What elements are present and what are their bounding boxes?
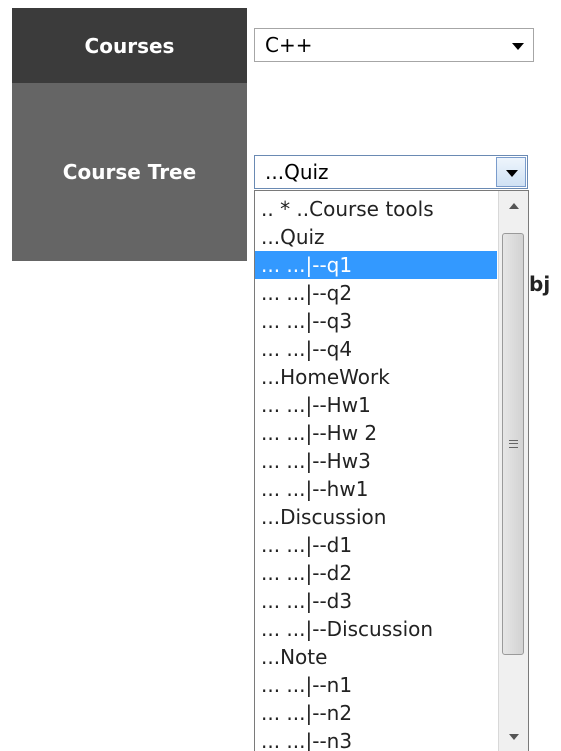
dropdown-option[interactable]: ... ...|--d3 bbox=[255, 587, 497, 615]
dropdown-option[interactable]: ...HomeWork bbox=[255, 363, 497, 391]
courses-label: Courses bbox=[12, 8, 247, 83]
dropdown-option[interactable]: ... ...|--q2 bbox=[255, 279, 497, 307]
scroll-up-icon[interactable] bbox=[499, 191, 528, 221]
dropdown-option[interactable]: ... ...|--Discussion bbox=[255, 615, 497, 643]
dropdown-option[interactable]: ... ...|--q3 bbox=[255, 307, 497, 335]
dropdown-option[interactable]: ... ...|--n2 bbox=[255, 699, 497, 727]
dropdown-option[interactable]: ... ...|--d1 bbox=[255, 531, 497, 559]
course-tree-select-value: ...Quiz bbox=[265, 160, 329, 184]
courses-select-value: C++ bbox=[265, 33, 313, 57]
dropdown-option[interactable]: ... ...|--n1 bbox=[255, 671, 497, 699]
dropdown-list: .. * ..Course tools ...Quiz... ...|--q1..… bbox=[255, 195, 497, 751]
dropdown-option[interactable]: ... ...|--Hw3 bbox=[255, 447, 497, 475]
course-tree-label: Course Tree bbox=[12, 83, 247, 261]
dropdown-option[interactable]: ... ...|--q4 bbox=[255, 335, 497, 363]
dropdown-option[interactable]: ...Quiz bbox=[255, 223, 497, 251]
dropdown-option[interactable]: ... ...|--q1 bbox=[255, 251, 497, 279]
dropdown-option[interactable]: ... ...|--n3 bbox=[255, 727, 497, 751]
dropdown-scrollbar[interactable] bbox=[498, 191, 528, 751]
dropdown-option[interactable]: ... ...|--Hw 2 bbox=[255, 419, 497, 447]
scroll-thumb[interactable] bbox=[502, 233, 524, 655]
chevron-down-icon[interactable] bbox=[512, 43, 524, 50]
course-tree-label-text: Course Tree bbox=[62, 160, 197, 184]
dropdown-option[interactable]: ... ...|--hw1 bbox=[255, 475, 497, 503]
dropdown-option[interactable]: ...Note bbox=[255, 643, 497, 671]
obscured-text: bj bbox=[529, 272, 551, 296]
grip-icon bbox=[509, 440, 518, 448]
course-page: Courses Course Tree C++ ...Quiz bj .. * … bbox=[0, 0, 561, 751]
course-tree-select[interactable]: ...Quiz bbox=[254, 155, 528, 189]
course-tree-dropdown[interactable]: .. * ..Course tools ...Quiz... ...|--q1..… bbox=[254, 190, 529, 751]
courses-select[interactable]: C++ bbox=[254, 28, 534, 62]
dropdown-option[interactable]: .. * ..Course tools bbox=[255, 195, 497, 223]
chevron-down-icon[interactable] bbox=[496, 157, 526, 187]
dropdown-option[interactable]: ... ...|--d2 bbox=[255, 559, 497, 587]
dropdown-option[interactable]: ... ...|--Hw1 bbox=[255, 391, 497, 419]
dropdown-option[interactable]: ...Discussion bbox=[255, 503, 497, 531]
scroll-down-icon[interactable] bbox=[499, 722, 528, 751]
courses-label-text: Courses bbox=[84, 33, 175, 58]
